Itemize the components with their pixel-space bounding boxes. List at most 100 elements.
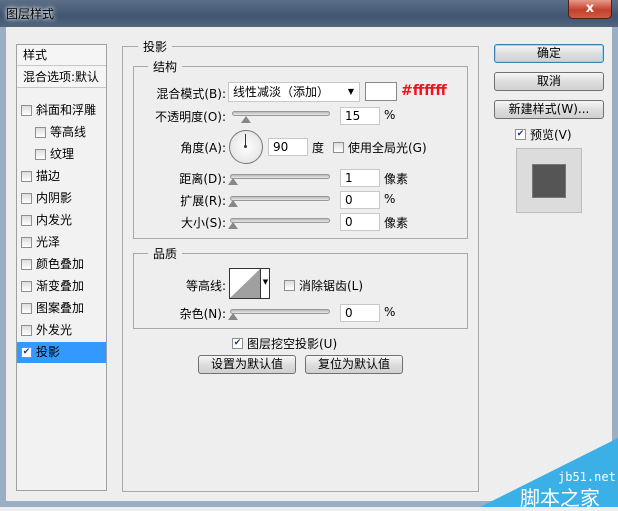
preview-checkbox[interactable]: ✔ 预览(V) — [515, 126, 572, 143]
checkbox[interactable] — [35, 127, 46, 138]
close-button[interactable]: x — [568, 0, 612, 19]
style-item-label: 图案叠加 — [36, 301, 85, 315]
checkbox[interactable] — [284, 280, 295, 291]
size-slider[interactable] — [230, 218, 330, 223]
section-title: 投影 — [138, 38, 173, 55]
color-hex-annotation: #ffffff — [401, 83, 447, 99]
blend-mode-select[interactable]: 线性减淡（添加） ▼ — [228, 82, 360, 102]
shadow-color-swatch[interactable] — [365, 82, 397, 101]
style-item[interactable]: 渐变叠加 — [17, 276, 106, 297]
checkbox[interactable] — [21, 105, 32, 116]
checkbox[interactable] — [21, 259, 32, 270]
ok-button[interactable]: 确定 — [494, 44, 604, 63]
style-item[interactable]: 外发光 — [17, 320, 106, 341]
style-item-label: 投影 — [36, 345, 61, 359]
reset-default-button[interactable]: 复位为默认值 — [305, 355, 403, 374]
opacity-slider-thumb[interactable] — [241, 116, 251, 123]
size-label: 大小(S): — [180, 216, 226, 230]
distance-slider-thumb[interactable] — [228, 178, 238, 185]
checkbox[interactable] — [21, 303, 32, 314]
contour-label: 等高线: — [185, 279, 226, 293]
make-default-button[interactable]: 设置为默认值 — [198, 355, 296, 374]
size-slider-thumb[interactable] — [228, 222, 238, 229]
checkbox-checked[interactable]: ✔ — [515, 129, 526, 140]
style-item-label: 颜色叠加 — [36, 257, 85, 271]
spread-input[interactable]: 0 — [340, 191, 380, 209]
title-bar[interactable] — [0, 0, 618, 27]
contour-preview-icon — [230, 269, 260, 298]
opacity-unit: % — [384, 108, 396, 122]
style-item-label: 外发光 — [36, 323, 73, 337]
style-item-label: 等高线 — [50, 125, 87, 139]
style-item-label: 斜面和浮雕 — [36, 103, 97, 117]
style-item[interactable]: 颜色叠加 — [17, 254, 106, 275]
noise-input[interactable]: 0 — [340, 304, 380, 322]
chevron-down-icon: ▼ — [347, 87, 354, 96]
checkbox[interactable] — [21, 325, 32, 336]
styles-list: 样式 混合选项:默认 斜面和浮雕等高线纹理描边内阴影内发光光泽颜色叠加渐变叠加图… — [16, 44, 107, 491]
window-title: 图层样式 — [6, 7, 55, 21]
opacity-label: 不透明度(O): — [155, 110, 226, 124]
style-item[interactable]: 纹理 — [17, 144, 106, 165]
knockout-checkbox[interactable]: ✔ 图层挖空投影(U) — [232, 335, 337, 352]
angle-unit: 度 — [312, 141, 325, 155]
style-item[interactable]: 内发光 — [17, 210, 106, 231]
style-item-label: 内发光 — [36, 213, 73, 227]
size-input[interactable]: 0 — [340, 213, 380, 231]
global-light-label: 使用全局光(G) — [348, 141, 427, 155]
opacity-input[interactable]: 15 — [340, 107, 380, 125]
blend-mode-label: 混合模式(B): — [156, 87, 226, 101]
contour-picker[interactable]: ▼ — [229, 268, 270, 299]
styles-header[interactable]: 样式 — [17, 45, 106, 66]
style-item-label: 纹理 — [50, 147, 75, 161]
distance-input[interactable]: 1 — [340, 169, 380, 187]
style-item-label: 光泽 — [36, 235, 61, 249]
style-item[interactable]: 内阴影 — [17, 188, 106, 209]
spread-slider-thumb[interactable] — [228, 200, 238, 207]
cancel-button[interactable]: 取消 — [494, 72, 604, 91]
style-item-label: 描边 — [36, 169, 61, 183]
distance-label: 距离(D): — [179, 172, 226, 186]
blend-mode-value: 线性减淡（添加） — [233, 85, 330, 99]
noise-unit: % — [384, 305, 396, 319]
blend-options-item[interactable]: 混合选项:默认 — [17, 67, 106, 88]
chevron-down-icon[interactable]: ▼ — [260, 269, 269, 298]
style-item[interactable]: ✔ 投影 — [17, 342, 106, 363]
checkbox-checked[interactable]: ✔ — [232, 338, 243, 349]
distance-slider[interactable] — [230, 174, 330, 179]
checkbox[interactable] — [35, 149, 46, 160]
style-item[interactable]: 光泽 — [17, 232, 106, 253]
checkbox-checked[interactable]: ✔ — [21, 347, 32, 358]
spread-label: 扩展(R): — [180, 194, 226, 208]
new-style-button[interactable]: 新建样式(W)... — [494, 100, 604, 119]
style-item-label: 内阴影 — [36, 191, 73, 205]
checkbox[interactable] — [21, 171, 32, 182]
style-item[interactable]: 等高线 — [17, 122, 106, 143]
global-light-checkbox[interactable]: 使用全局光(G) — [333, 139, 427, 156]
style-item[interactable]: 图案叠加 — [17, 298, 106, 319]
angle-input[interactable]: 90 — [268, 138, 308, 156]
checkbox[interactable] — [21, 215, 32, 226]
style-item[interactable]: 斜面和浮雕 — [17, 100, 106, 121]
angle-label: 角度(A): — [180, 141, 226, 155]
checkbox[interactable] — [21, 193, 32, 204]
angle-dial[interactable] — [229, 130, 263, 164]
noise-label: 杂色(N): — [179, 307, 226, 321]
knockout-label: 图层挖空投影(U) — [247, 337, 338, 351]
noise-slider-thumb[interactable] — [228, 313, 238, 320]
style-item[interactable]: 描边 — [17, 166, 106, 187]
quality-title: 品质 — [148, 245, 183, 262]
antialias-checkbox[interactable]: 消除锯齿(L) — [284, 277, 363, 294]
size-unit: 像素 — [384, 216, 409, 230]
checkbox[interactable] — [21, 237, 32, 248]
checkbox[interactable] — [21, 281, 32, 292]
antialias-label: 消除锯齿(L) — [299, 279, 364, 293]
distance-unit: 像素 — [384, 172, 409, 186]
noise-slider[interactable] — [230, 309, 330, 314]
spread-unit: % — [384, 192, 396, 206]
spread-slider[interactable] — [230, 196, 330, 201]
style-item-label: 渐变叠加 — [36, 279, 85, 293]
checkbox[interactable] — [333, 142, 344, 153]
style-preview — [516, 148, 582, 213]
structure-title: 结构 — [148, 58, 183, 75]
